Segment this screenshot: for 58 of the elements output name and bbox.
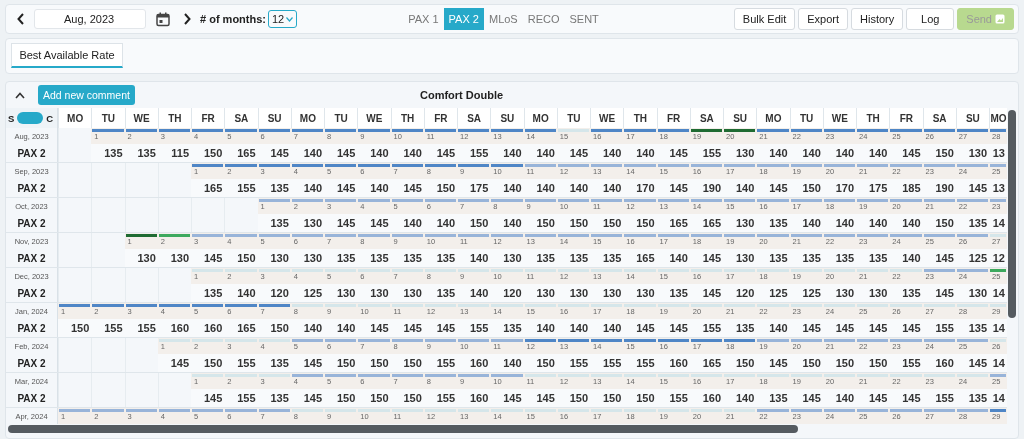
weekday-header: TU bbox=[789, 108, 823, 128]
pax-tab[interactable]: MLoS bbox=[483, 8, 523, 30]
months-select[interactable]: 12 bbox=[268, 10, 298, 28]
weekday-header: SA bbox=[689, 108, 723, 128]
weekday-header: FR bbox=[656, 108, 690, 128]
weekday-header: TH bbox=[157, 108, 191, 128]
weekday-header: MO bbox=[290, 108, 324, 128]
row-label: PAX 2 bbox=[17, 217, 46, 229]
row-label: PAX 2 bbox=[17, 287, 46, 299]
pax-tab[interactable]: PAX 1 bbox=[403, 8, 444, 30]
weekday-header: TU bbox=[556, 108, 590, 128]
weekday-header: TU bbox=[324, 108, 358, 128]
room-title: Comfort Double bbox=[419, 89, 504, 101]
dropdown-caret-icon[interactable] bbox=[286, 16, 294, 22]
weekday-header: WE bbox=[124, 108, 158, 128]
pax-tab[interactable]: RECO bbox=[522, 8, 565, 30]
date-field[interactable]: Aug, 2023 bbox=[34, 9, 146, 29]
weekday-header: FR bbox=[889, 108, 923, 128]
weekday-header: WE bbox=[357, 108, 391, 128]
rate-tab[interactable]: Best Available Rate bbox=[11, 43, 123, 68]
row-label: PAX 2 bbox=[17, 182, 46, 194]
toggle-label: C bbox=[46, 112, 54, 124]
row-label: PAX 2 bbox=[17, 392, 46, 404]
weekday-header: MO bbox=[523, 108, 557, 128]
pax-tab[interactable]: SENT bbox=[564, 8, 604, 30]
weekday-header: SU bbox=[257, 108, 291, 128]
weekday-header: TU bbox=[91, 108, 125, 128]
weekday-header: FR bbox=[423, 108, 457, 128]
weekday-header: MO bbox=[58, 108, 92, 128]
weekday-header: WE bbox=[590, 108, 624, 128]
row-label: PAX 2 bbox=[17, 147, 46, 159]
row-label: PAX 2 bbox=[17, 357, 46, 369]
action-button[interactable]: Bulk Edit bbox=[733, 8, 796, 30]
weekday-header: MO bbox=[989, 108, 1007, 128]
weekday-header: MO bbox=[756, 108, 790, 128]
image-icon bbox=[995, 14, 1005, 24]
weekday-header: FR bbox=[191, 108, 225, 128]
action-button[interactable]: Log bbox=[906, 8, 955, 30]
weekday-header: TH bbox=[390, 108, 424, 128]
calendar-icon[interactable] bbox=[156, 11, 170, 27]
scrollbar[interactable] bbox=[8, 425, 798, 433]
weekday-header: TH bbox=[856, 108, 890, 128]
weekday-header: SU bbox=[490, 108, 524, 128]
weekday-header: SA bbox=[224, 108, 258, 128]
action-button[interactable]: Export bbox=[798, 8, 849, 30]
weekday-header: WE bbox=[822, 108, 856, 128]
toggle-label: S bbox=[8, 112, 15, 124]
scrollbar[interactable] bbox=[1008, 110, 1016, 318]
row-label: PAX 2 bbox=[17, 322, 46, 334]
weekday-header: SU bbox=[955, 108, 989, 128]
row-label: PAX 2 bbox=[17, 252, 46, 264]
weekday-header: TH bbox=[623, 108, 657, 128]
caret-icon[interactable] bbox=[15, 91, 25, 99]
weekday-header: SA bbox=[457, 108, 491, 128]
weekday-header: SU bbox=[723, 108, 757, 128]
action-button[interactable]: History bbox=[851, 8, 904, 30]
months-label: # of months: bbox=[200, 13, 266, 25]
weekday-header: SA bbox=[922, 108, 956, 128]
